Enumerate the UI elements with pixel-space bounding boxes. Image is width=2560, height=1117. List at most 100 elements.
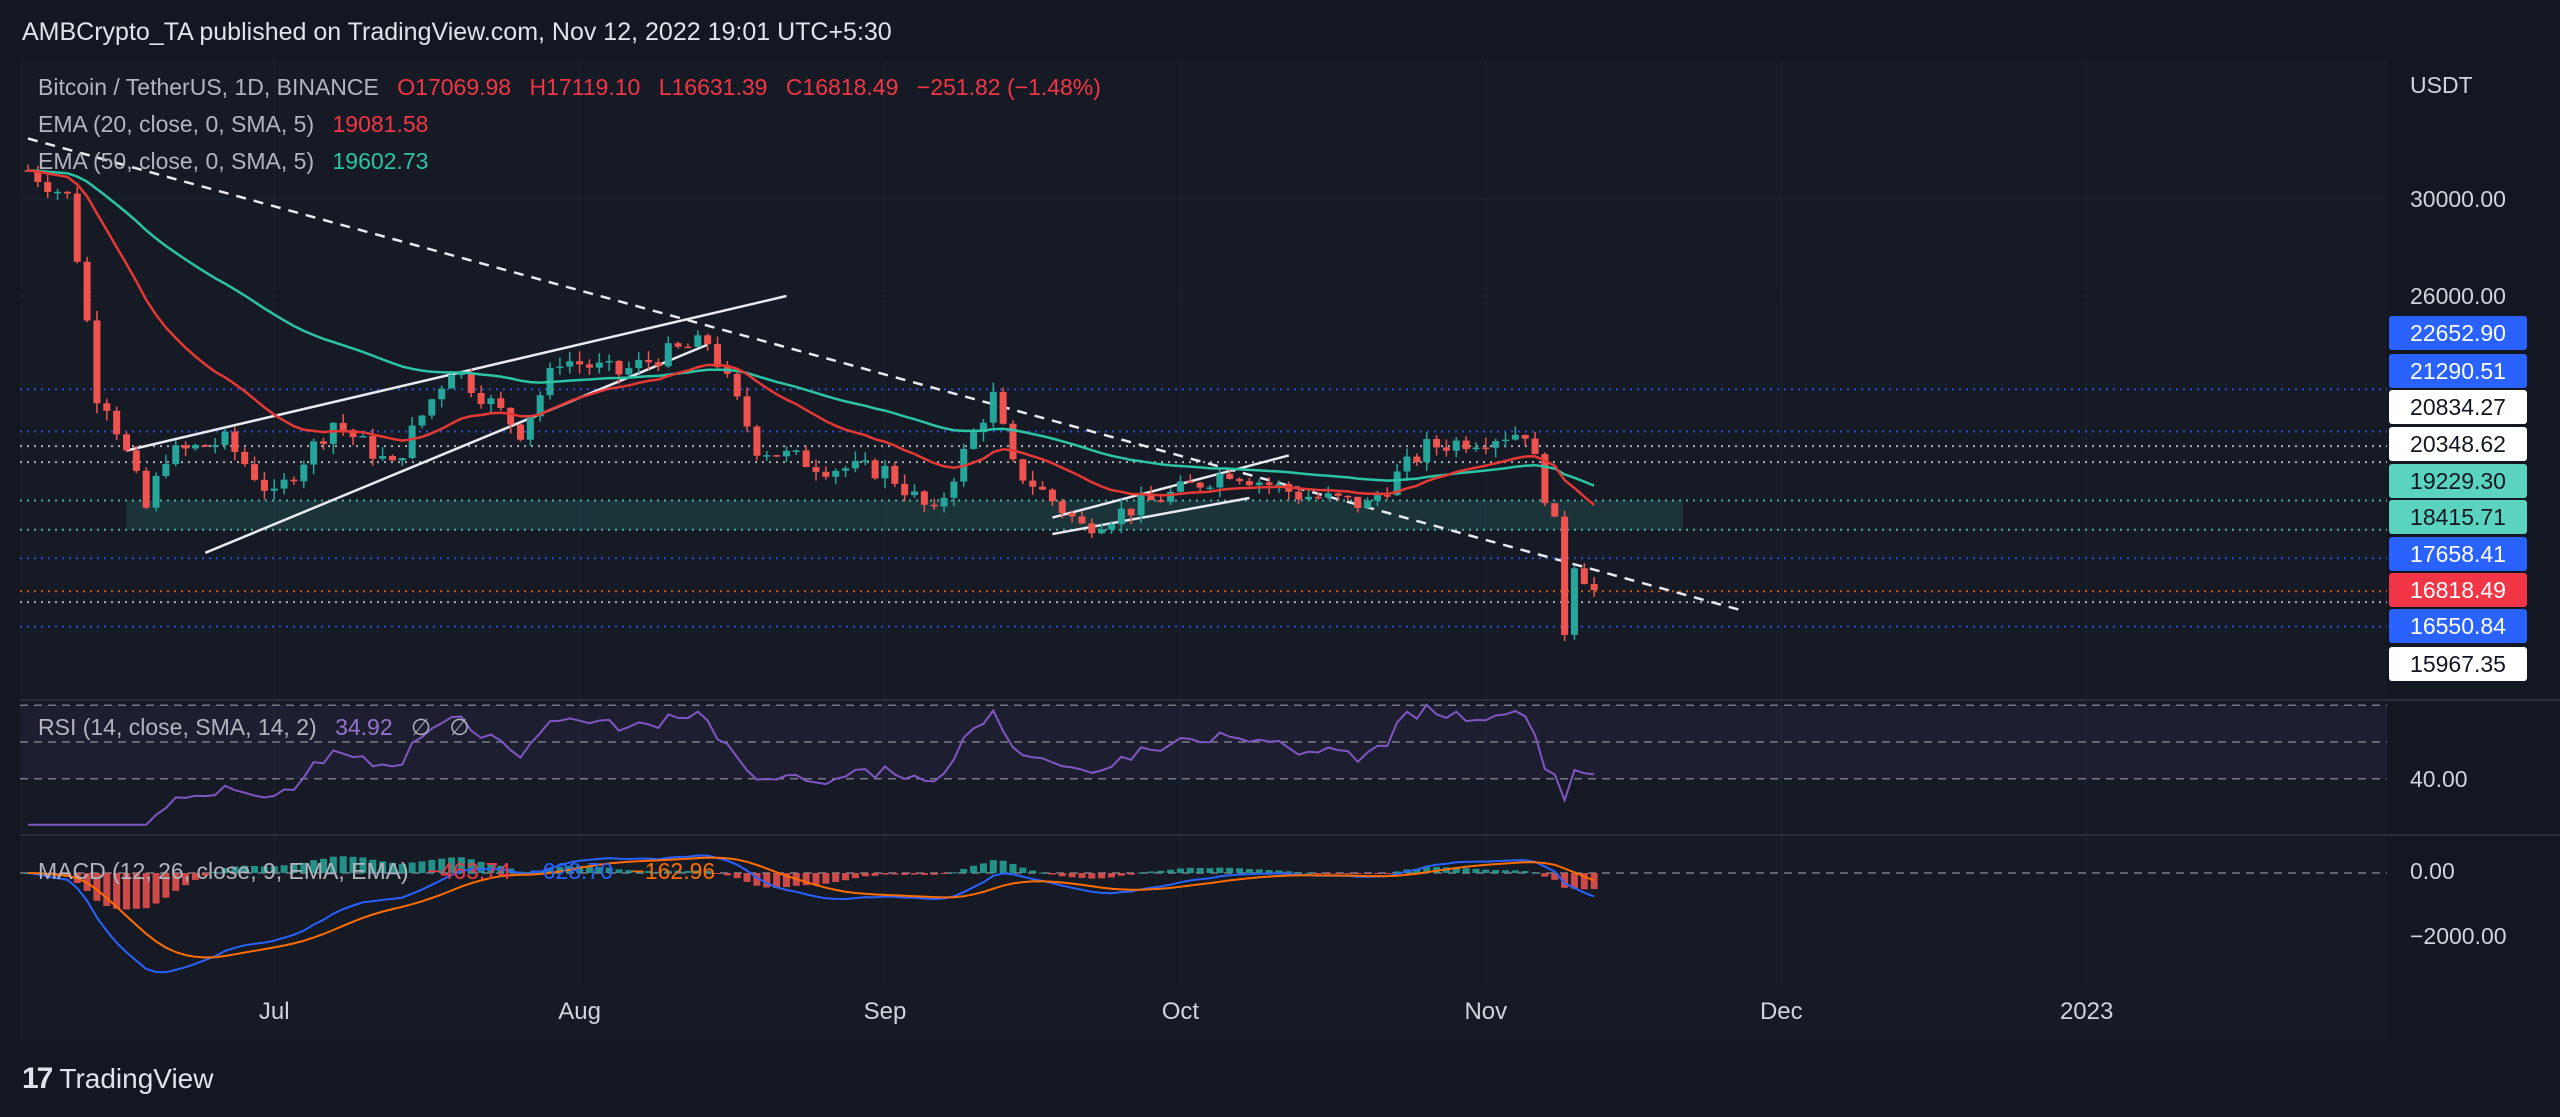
candle-body — [1206, 487, 1214, 489]
candle-body — [182, 445, 190, 449]
price-badge-label: 20834.27 — [2410, 394, 2506, 420]
price-badge-label: 21290.51 — [2410, 358, 2506, 384]
candle-body — [290, 479, 298, 482]
macd-legend: MACD (12, 26, close, 9, EMA, EMA) −463.7… — [38, 858, 727, 885]
candle-body — [379, 456, 387, 459]
tradingview-brand[interactable]: 17 TradingView — [22, 1062, 213, 1096]
macd-histogram-bar — [1078, 873, 1086, 878]
ema50-label: EMA (50, close, 0, SMA, 5) — [38, 148, 315, 174]
candle-body — [1472, 447, 1480, 450]
candle-body — [300, 464, 308, 482]
candle-body — [704, 335, 712, 345]
candle-body — [615, 360, 623, 375]
candle-body — [44, 182, 52, 192]
candle-body — [526, 416, 534, 440]
macd-histogram-bar — [1295, 872, 1303, 874]
candle-body — [438, 388, 446, 400]
time-axis-label: Jul — [259, 998, 290, 1025]
candle-body — [1570, 568, 1578, 635]
axis-unit: USDT — [2410, 72, 2473, 98]
time-axis-label: Nov — [1464, 998, 1507, 1025]
candle-body — [1088, 523, 1096, 534]
macd-histogram-bar — [1541, 873, 1549, 877]
candle-body — [487, 398, 495, 405]
price-badge-label: 18415.71 — [2410, 504, 2506, 530]
macd-histogram-bar — [1373, 873, 1381, 874]
macd-histogram-bar — [1531, 872, 1539, 874]
candle-body — [408, 425, 416, 458]
candle-body — [339, 422, 347, 430]
candle-body — [172, 445, 180, 465]
rsi-value: 34.92 — [335, 714, 393, 740]
macd-histogram-bar — [1048, 873, 1056, 875]
macd-histogram-bar — [743, 873, 751, 882]
macd-histogram-bar — [1039, 872, 1047, 874]
candle-body — [73, 193, 81, 262]
candle-body — [1403, 456, 1411, 472]
macd-histogram-bar — [851, 873, 859, 879]
candle-body — [861, 460, 869, 462]
candle-body — [1127, 508, 1135, 516]
candle-body — [1029, 480, 1037, 487]
candle-body — [1058, 501, 1066, 514]
candle-body — [664, 343, 672, 367]
macd-signal-value: −162.96 — [631, 858, 716, 884]
candle-body — [654, 362, 662, 367]
macd-histogram-bar — [901, 873, 909, 875]
candle-body — [605, 360, 613, 363]
price-badge-label: 15967.35 — [2410, 651, 2506, 677]
candle-body — [507, 407, 515, 425]
candle-body — [1167, 491, 1175, 502]
candle-body — [989, 391, 997, 423]
candle-body — [782, 450, 790, 457]
support-zone-rect — [126, 500, 1683, 530]
macd-histogram-bar — [881, 873, 889, 875]
legend-high: H17119.10 — [529, 74, 641, 100]
macd-histogram-bar — [970, 865, 978, 873]
macd-histogram-bar — [1009, 863, 1017, 873]
macd-histogram-bar — [763, 873, 771, 888]
macd-histogram-bar — [1088, 873, 1096, 879]
macd-histogram-bar — [1058, 873, 1066, 877]
candle-body — [1590, 584, 1598, 590]
macd-line-value: −628.70 — [529, 858, 614, 884]
macd-histogram-bar — [1137, 872, 1145, 874]
macd-histogram-bar — [1196, 867, 1204, 873]
rsi-extra-2: ∅ — [449, 714, 470, 740]
candle-body — [832, 470, 840, 477]
macd-histogram-bar — [1265, 869, 1273, 873]
candle-body — [1423, 439, 1431, 463]
candle-body — [54, 191, 62, 194]
candle-body — [142, 470, 150, 508]
candle-body — [1344, 495, 1352, 498]
candle-body — [566, 361, 574, 367]
candle-body — [930, 504, 938, 507]
candle-body — [920, 491, 928, 505]
candle-body — [812, 467, 820, 472]
macd-histogram-bar — [1364, 873, 1372, 874]
candle-body — [1452, 440, 1460, 451]
candle-body — [1108, 524, 1115, 530]
candle-body — [911, 491, 918, 496]
macd-histogram-bar — [1098, 873, 1106, 879]
legend-change: −251.82 (−1.48%) — [916, 74, 1101, 100]
time-axis-label: Oct — [1162, 998, 1200, 1025]
candle-body — [576, 361, 584, 365]
candle-body — [251, 464, 259, 480]
macd-histogram-bar — [1383, 873, 1391, 874]
macd-histogram-bar — [1216, 867, 1224, 873]
candle-body — [517, 424, 524, 440]
candle-body — [1186, 481, 1194, 483]
symbol-legend: Bitcoin / TetherUS, 1D, BINANCE O17069.9… — [38, 74, 1113, 101]
candle-body — [1226, 473, 1234, 479]
candle-body — [162, 464, 170, 476]
macd-histogram-bar — [1176, 868, 1184, 873]
candle-body — [113, 410, 121, 435]
candle-body — [1265, 482, 1273, 485]
candle-body — [1039, 486, 1047, 490]
ema20-label: EMA (20, close, 0, SMA, 5) — [38, 111, 315, 137]
macd-histogram-bar — [940, 873, 948, 875]
candle-body — [733, 373, 741, 397]
macd-histogram-bar — [812, 873, 820, 885]
macd-histogram-bar — [1472, 868, 1480, 873]
